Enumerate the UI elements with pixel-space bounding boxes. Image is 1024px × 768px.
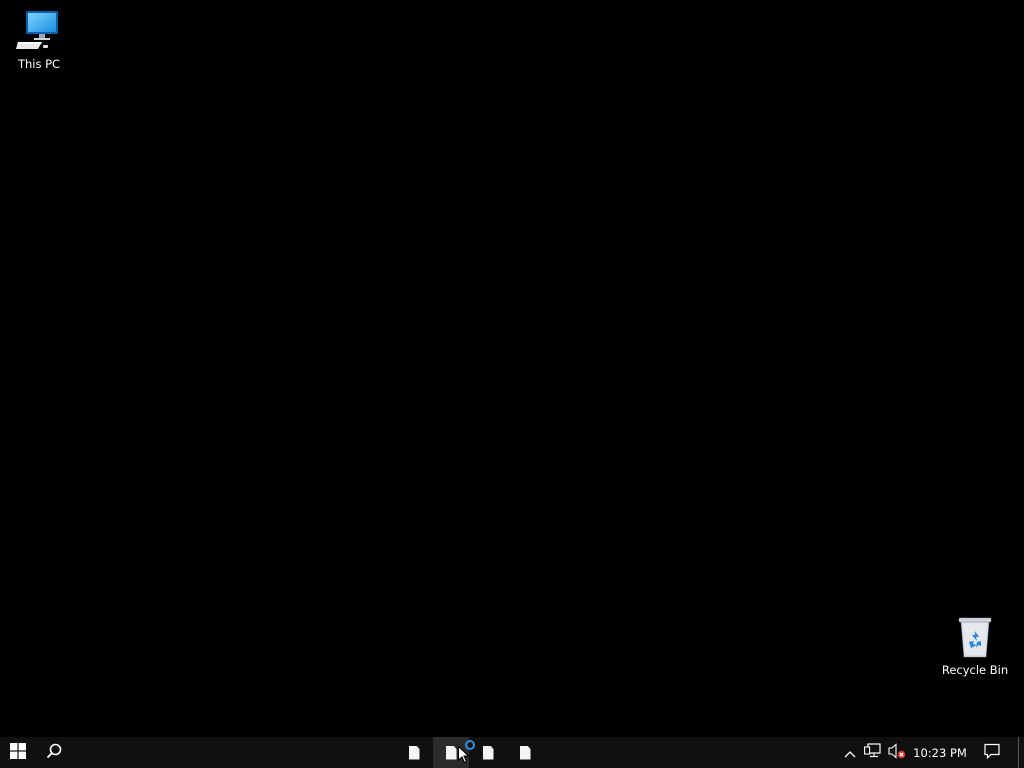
taskbar-app-button[interactable] (507, 737, 543, 768)
volume-button[interactable] (886, 737, 908, 768)
mouse-cursor-icon (458, 745, 470, 768)
desktop: This PC Recycle Bin (0, 0, 1024, 737)
taskbar: 10:23 PM (0, 737, 1024, 768)
search-icon (46, 743, 62, 763)
taskbar-clock[interactable]: 10:23 PM (912, 737, 968, 768)
taskbar-app-button[interactable] (470, 737, 506, 768)
taskbar-app-button[interactable] (396, 737, 432, 768)
chevron-up-icon (844, 743, 856, 762)
desktop-icon-recycle-bin[interactable]: Recycle Bin (937, 614, 1013, 680)
volume-muted-icon (888, 742, 906, 763)
action-center-icon (984, 743, 1000, 763)
search-button[interactable] (36, 737, 72, 768)
blank-page-icon (445, 745, 457, 760)
action-center-button[interactable] (978, 737, 1006, 768)
desktop-icon-label: Recycle Bin (941, 663, 1009, 677)
blank-page-icon (519, 745, 531, 760)
start-button[interactable] (0, 737, 36, 768)
desktop-icon-this-pc[interactable]: This PC (1, 8, 77, 74)
windows-logo-icon (10, 742, 26, 763)
blank-page-icon (482, 745, 494, 760)
show-hidden-icons-button[interactable] (840, 737, 860, 768)
network-button[interactable] (862, 737, 884, 768)
recycle-bin-icon (951, 614, 999, 660)
show-desktop-button[interactable] (1018, 737, 1024, 768)
computer-icon (15, 8, 63, 54)
desktop-icon-label: This PC (17, 57, 61, 71)
blank-page-icon (408, 745, 420, 760)
network-icon (864, 742, 882, 763)
